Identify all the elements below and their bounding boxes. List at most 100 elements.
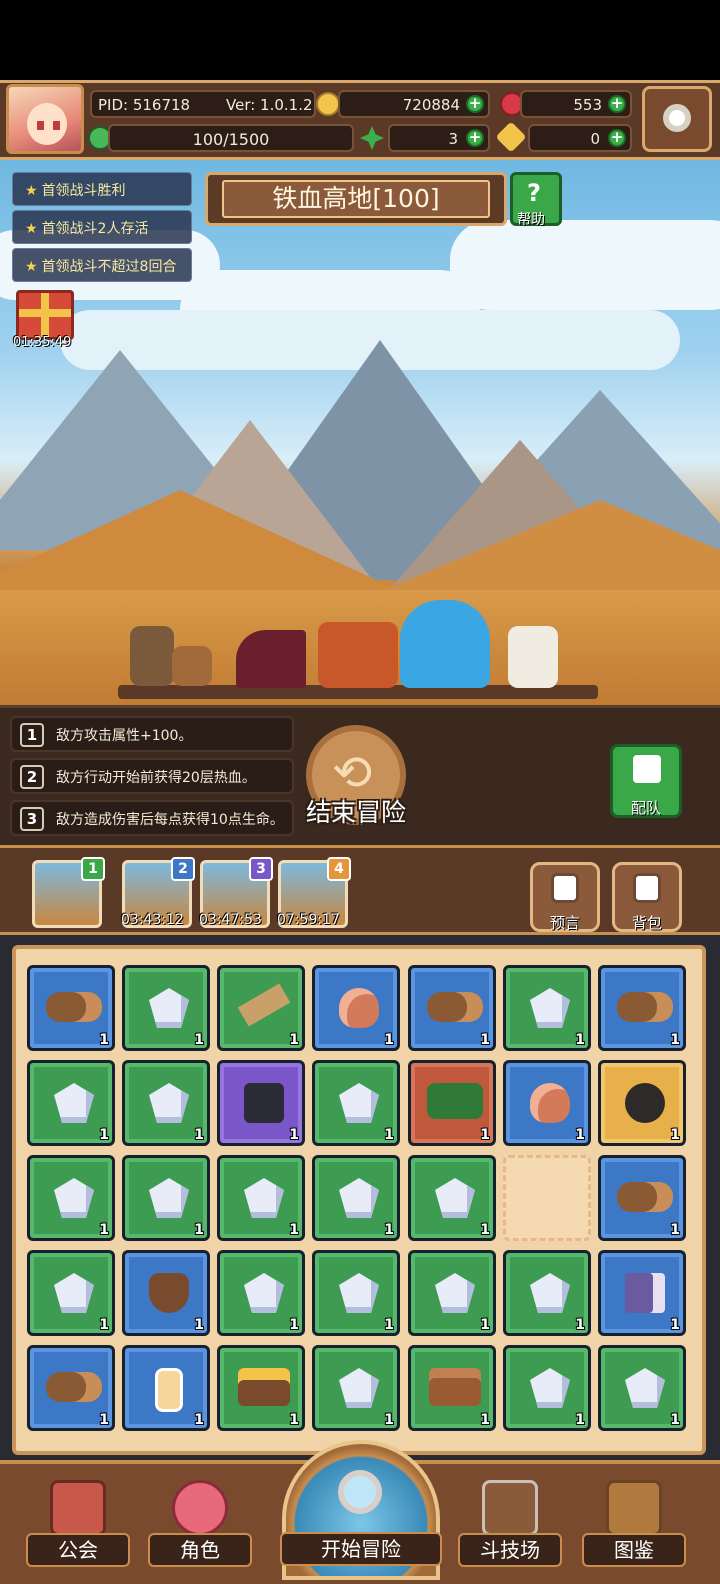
nav-arena[interactable]: 斗技场 <box>458 1475 562 1575</box>
key-amount: 0 <box>590 130 600 148</box>
inventory-slot-empty[interactable] <box>503 1155 591 1241</box>
team-setup-button[interactable]: 配队 <box>610 744 682 818</box>
log-icon <box>46 992 102 1022</box>
inventory-slot[interactable]: 1 <box>217 1060 305 1146</box>
avatar-face <box>27 103 67 145</box>
nav-codex[interactable]: 图鉴 <box>582 1475 686 1575</box>
inventory-slot[interactable]: 1 <box>312 1155 400 1241</box>
nav-start-adventure[interactable]: 开始冒险 <box>268 1440 454 1584</box>
end-adventure-button[interactable]: ⟲ 结束冒险 <box>300 725 412 837</box>
log-icon <box>427 992 483 1022</box>
item-count: 1 <box>384 1222 394 1238</box>
log-icon <box>617 1182 673 1212</box>
add-gold-icon[interactable]: + <box>466 95 484 113</box>
pid-version-panel: PID: 516718 Ver: 1.0.1.2 <box>90 90 316 118</box>
inventory-slot[interactable]: 1 <box>598 1155 686 1241</box>
item-count: 1 <box>194 1317 204 1333</box>
inventory-slot[interactable]: 1 <box>598 965 686 1051</box>
item-count: 1 <box>194 1222 204 1238</box>
map-card-1[interactable]: 1 <box>32 857 105 928</box>
inventory-slot[interactable]: 1 <box>408 1250 496 1336</box>
crystal-icon <box>54 1083 94 1123</box>
inventory-slot[interactable]: 1 <box>408 1060 496 1146</box>
inventory-slot[interactable]: 1 <box>217 1345 305 1431</box>
item-count: 1 <box>480 1317 490 1333</box>
pot-icon <box>625 1083 665 1123</box>
inventory-slot[interactable]: 1 <box>503 965 591 1051</box>
inventory-slot[interactable]: 1 <box>27 1060 115 1146</box>
star-icon: ★ <box>25 259 38 275</box>
star-icon: ★ <box>25 221 38 237</box>
add-gems-icon[interactable]: + <box>608 95 626 113</box>
item-count: 1 <box>670 1032 680 1048</box>
inventory-slot[interactable]: 1 <box>598 1060 686 1146</box>
crystal-icon <box>149 988 189 1028</box>
help-button[interactable]: ? 帮助 <box>510 172 562 228</box>
inventory-slot[interactable]: 1 <box>503 1060 591 1146</box>
gold-amount: 720884 <box>402 96 460 114</box>
add-clover-icon[interactable]: + <box>466 129 484 147</box>
prophecy-label: 预言 <box>549 914 580 932</box>
inventory-slot[interactable]: 1 <box>312 1250 400 1336</box>
quest-label: 首领战斗不超过8回合 <box>41 259 177 275</box>
item-count: 1 <box>670 1222 680 1238</box>
map-timer: 07:59:17 <box>277 912 340 928</box>
crystal-icon <box>339 1368 379 1408</box>
map-timer: 03:47:53 <box>199 912 262 928</box>
meat-icon <box>530 1083 570 1123</box>
item-count: 1 <box>194 1127 204 1143</box>
nav-guild[interactable]: 公会 <box>26 1475 130 1575</box>
inventory-slot[interactable]: 1 <box>312 965 400 1051</box>
inventory-slot[interactable]: 1 <box>122 1345 210 1431</box>
inventory-slot[interactable]: 1 <box>27 1250 115 1336</box>
inventory-slot[interactable]: 1 <box>217 965 305 1051</box>
inventory-slot[interactable]: 1 <box>122 965 210 1051</box>
item-count: 1 <box>670 1127 680 1143</box>
settings-button[interactable] <box>642 86 712 152</box>
crystal-ball-icon <box>551 873 579 903</box>
question-mark-icon: ? <box>527 179 541 207</box>
inventory-slot[interactable]: 1 <box>408 965 496 1051</box>
inventory-slot[interactable]: 1 <box>217 1155 305 1241</box>
item-count: 1 <box>99 1412 109 1428</box>
backpack-button[interactable]: 背包 <box>612 862 682 932</box>
log-icon <box>617 992 673 1022</box>
gift-ribbon-icon <box>19 309 71 317</box>
nav-character[interactable]: 角色 <box>148 1475 252 1575</box>
inventory-slot[interactable]: 1 <box>503 1250 591 1336</box>
help-label: 帮助 <box>517 212 545 228</box>
character-icon <box>172 1480 228 1536</box>
inventory-slot[interactable]: 1 <box>503 1345 591 1431</box>
avatar-eye-icon <box>53 121 60 130</box>
item-count: 1 <box>384 1412 394 1428</box>
inventory-slot[interactable]: 1 <box>217 1250 305 1336</box>
inventory-slot[interactable]: 1 <box>122 1250 210 1336</box>
player-avatar[interactable] <box>6 84 84 154</box>
inventory-slot[interactable]: 1 <box>122 1155 210 1241</box>
inventory-slot[interactable]: 1 <box>312 1345 400 1431</box>
modifier-item: 2 敌方行动开始前获得20层热血。 <box>10 758 294 794</box>
quest-item: ★ 首领战斗2人存活 <box>12 210 192 244</box>
crystal-icon <box>339 1083 379 1123</box>
game-version: Ver: 1.0.1.2 <box>226 96 313 114</box>
stamina-bar: 100/1500 <box>108 124 354 152</box>
inventory-slot[interactable]: 1 <box>27 965 115 1051</box>
modifier-text: 敌方造成伤害后每点获得10点生命。 <box>56 812 284 828</box>
area-title: 铁血高地[100] <box>222 180 490 218</box>
crystal-icon <box>244 1273 284 1313</box>
inventory-slot[interactable]: 1 <box>598 1345 686 1431</box>
gift-box-button[interactable] <box>16 290 74 340</box>
inventory-slot[interactable]: 1 <box>27 1155 115 1241</box>
inventory-slot[interactable]: 1 <box>122 1060 210 1146</box>
prophecy-button[interactable]: 预言 <box>530 862 600 932</box>
inventory-slot[interactable]: 1 <box>408 1345 496 1431</box>
inventory-slot[interactable]: 1 <box>598 1250 686 1336</box>
inventory-slot[interactable]: 1 <box>27 1345 115 1431</box>
inventory-slot[interactable]: 1 <box>408 1155 496 1241</box>
magnifier-icon <box>338 1470 382 1514</box>
inventory-slot[interactable]: 1 <box>312 1060 400 1146</box>
add-key-icon[interactable]: + <box>608 129 626 147</box>
item-count: 1 <box>99 1032 109 1048</box>
bush-icon <box>427 1083 483 1119</box>
crystal-icon <box>149 1178 189 1218</box>
